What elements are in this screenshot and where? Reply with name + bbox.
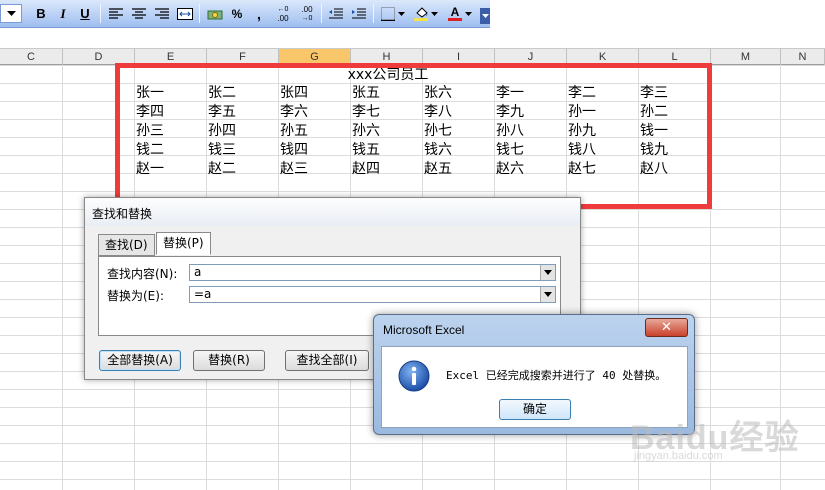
toolbar-separator: [373, 4, 374, 23]
ok-button[interactable]: 确定: [499, 399, 571, 420]
close-button[interactable]: ✕: [645, 318, 688, 337]
increase-decimal-button[interactable]: ←0 .00: [272, 3, 294, 24]
info-icon: [398, 360, 430, 392]
increase-decimal-icon: ←0: [277, 5, 289, 13]
currency-button[interactable]: [205, 3, 225, 24]
borders-icon: [381, 6, 395, 21]
close-icon: ✕: [661, 320, 672, 335]
percent-button[interactable]: %: [228, 3, 246, 24]
replace-with-input[interactable]: =a: [189, 286, 556, 303]
chevron-down-icon: [398, 11, 405, 16]
fill-color-button[interactable]: [411, 3, 441, 24]
align-right-button[interactable]: [152, 3, 172, 24]
replace-all-button[interactable]: 全部替换(A): [99, 350, 181, 371]
font-color-icon: A: [448, 6, 462, 21]
increase-indent-icon: [352, 8, 366, 18]
increase-decimal-label: .00: [277, 13, 289, 23]
replace-button[interactable]: 替换(R): [193, 350, 265, 371]
fill-color-icon: [414, 6, 428, 21]
dialog-title: 查找和替换: [92, 207, 153, 221]
watermark: Baidu经验 jingyan.baidu.com: [630, 410, 799, 462]
align-center-button[interactable]: [129, 3, 149, 24]
column-header-m[interactable]: M: [711, 49, 781, 65]
font-color-button[interactable]: A: [445, 3, 475, 24]
bold-button[interactable]: B: [33, 3, 49, 24]
merge-center-button[interactable]: [175, 3, 195, 24]
excel-window: B I U % , ←0 .00 .00 →0 A C D E F G H I …: [0, 0, 825, 490]
chevron-down-icon: [431, 11, 438, 16]
increase-indent-button[interactable]: [349, 3, 369, 24]
message-text: Excel 已经完成搜索并进行了 40 处替换。: [446, 369, 667, 382]
italic-button[interactable]: I: [55, 3, 71, 24]
decrease-indent-button[interactable]: [326, 3, 346, 24]
grid-line: [62, 65, 63, 490]
find-what-dropdown[interactable]: [540, 265, 555, 280]
toolbar-separator: [321, 4, 322, 23]
toolbar-separator: [100, 4, 101, 23]
currency-icon: [207, 10, 223, 19]
find-what-input[interactable]: a: [189, 264, 556, 281]
formula-bar-area: [0, 28, 825, 48]
chevron-down-icon: [6, 10, 16, 16]
find-what-value: a: [194, 265, 202, 279]
align-left-button[interactable]: [106, 3, 126, 24]
replace-with-label: 替换为(E):: [107, 289, 164, 303]
tab-replace[interactable]: 替换(P): [156, 232, 211, 255]
toolbar-options-button[interactable]: [480, 8, 490, 24]
align-center-icon: [132, 7, 146, 19]
borders-button[interactable]: [378, 3, 408, 24]
underline-button[interactable]: U: [77, 3, 93, 24]
decrease-decimal-button[interactable]: .00 →0: [296, 3, 318, 24]
find-all-button[interactable]: 查找全部(I): [285, 350, 369, 371]
merge-center-icon: [177, 7, 193, 20]
highlight-box: [115, 63, 712, 209]
align-right-icon: [155, 7, 169, 19]
font-color-swatch: [448, 18, 462, 21]
fill-color-swatch: [414, 17, 428, 21]
chevron-down-icon: [465, 11, 472, 16]
replace-with-value: =a: [194, 287, 212, 301]
font-size-dropdown[interactable]: [0, 4, 22, 23]
chevron-down-icon: [544, 292, 552, 297]
decrease-indent-icon: [329, 8, 343, 18]
message-box-title: Microsoft Excel: [383, 323, 465, 337]
chevron-down-icon: [544, 270, 552, 275]
chevron-down-icon: [481, 14, 489, 18]
column-header-c[interactable]: C: [0, 49, 63, 65]
decrease-decimal-icon: →0: [301, 14, 313, 22]
column-header-n[interactable]: N: [781, 49, 825, 65]
font-color-letter: A: [450, 5, 460, 19]
replace-with-dropdown[interactable]: [540, 287, 555, 302]
watermark-url: jingyan.baidu.com: [634, 450, 723, 462]
toolbar-separator: [199, 4, 200, 23]
tab-find[interactable]: 查找(D): [98, 234, 155, 256]
comma-button[interactable]: ,: [250, 3, 268, 24]
find-what-label: 查找内容(N):: [107, 267, 178, 281]
align-left-icon: [109, 7, 123, 19]
dialog-titlebar: 查找和替换: [85, 198, 580, 226]
decrease-decimal-label: .00: [301, 4, 313, 14]
formatting-toolbar: B I U % , ←0 .00 .00 →0 A: [0, 0, 490, 28]
